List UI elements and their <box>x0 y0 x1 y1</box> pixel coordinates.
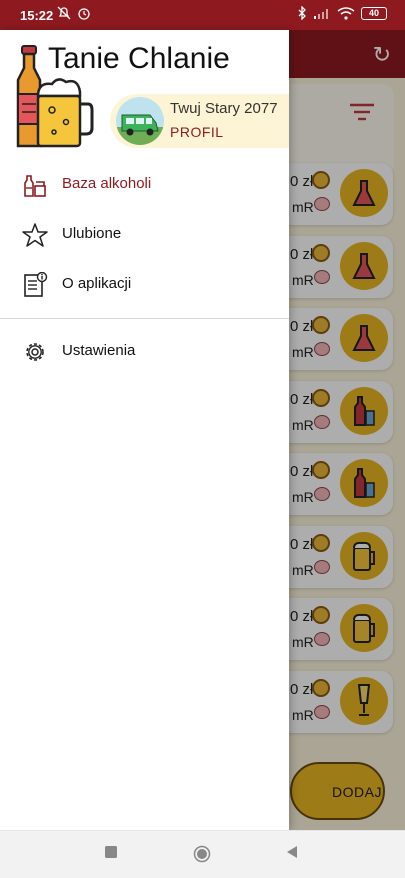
recent-apps-icon[interactable] <box>104 845 118 859</box>
star-icon <box>22 223 48 247</box>
avatar[interactable] <box>116 97 164 145</box>
system-nav-bar <box>0 830 405 878</box>
bottles-icon <box>24 175 46 197</box>
menu-item-favorites[interactable]: Ulubione <box>0 210 289 260</box>
avatar-image <box>116 97 164 145</box>
bluetooth-icon <box>298 6 306 20</box>
user-name: Twuj Stary 2077 <box>170 100 278 117</box>
wifi-icon <box>337 6 355 20</box>
battery-icon: 40 <box>361 6 387 20</box>
status-time: 15:22 <box>20 8 54 23</box>
alarm-icon <box>78 8 90 20</box>
menu-item-label: Baza alkoholi <box>62 175 152 192</box>
mute-bell-icon <box>57 6 71 20</box>
gear-icon <box>26 343 44 361</box>
profile-card[interactable]: Twuj Stary 2077 PROFIL <box>110 94 289 148</box>
back-icon[interactable] <box>285 845 299 859</box>
menu-item-label: Ulubione <box>62 225 122 242</box>
info-document-icon <box>24 272 48 297</box>
app-title: Tanie Chlanie <box>48 42 230 75</box>
menu-item-label: O aplikacji <box>62 275 132 292</box>
status-bar: 15:22 40 <box>0 0 405 30</box>
menu-divider <box>0 318 289 319</box>
menu-item-label: Ustawienia <box>62 342 136 359</box>
menu-item-about[interactable]: O aplikacji <box>0 260 289 310</box>
signal-icon <box>314 9 328 19</box>
profile-link[interactable]: PROFIL <box>170 124 224 140</box>
menu-item-alcohol-database[interactable]: Baza alkoholi <box>0 160 289 210</box>
menu-item-settings[interactable]: Ustawienia <box>0 327 289 377</box>
drawer-header: Tanie Chlanie Twuj Stary 2077 PROFIL <box>0 30 289 158</box>
drawer-menu: Baza alkoholi Ulubione O aplikacji Ustaw… <box>0 160 289 377</box>
home-icon[interactable] <box>193 845 211 863</box>
navigation-drawer: Tanie Chlanie Twuj Stary 2077 PROFIL Baz… <box>0 30 289 830</box>
